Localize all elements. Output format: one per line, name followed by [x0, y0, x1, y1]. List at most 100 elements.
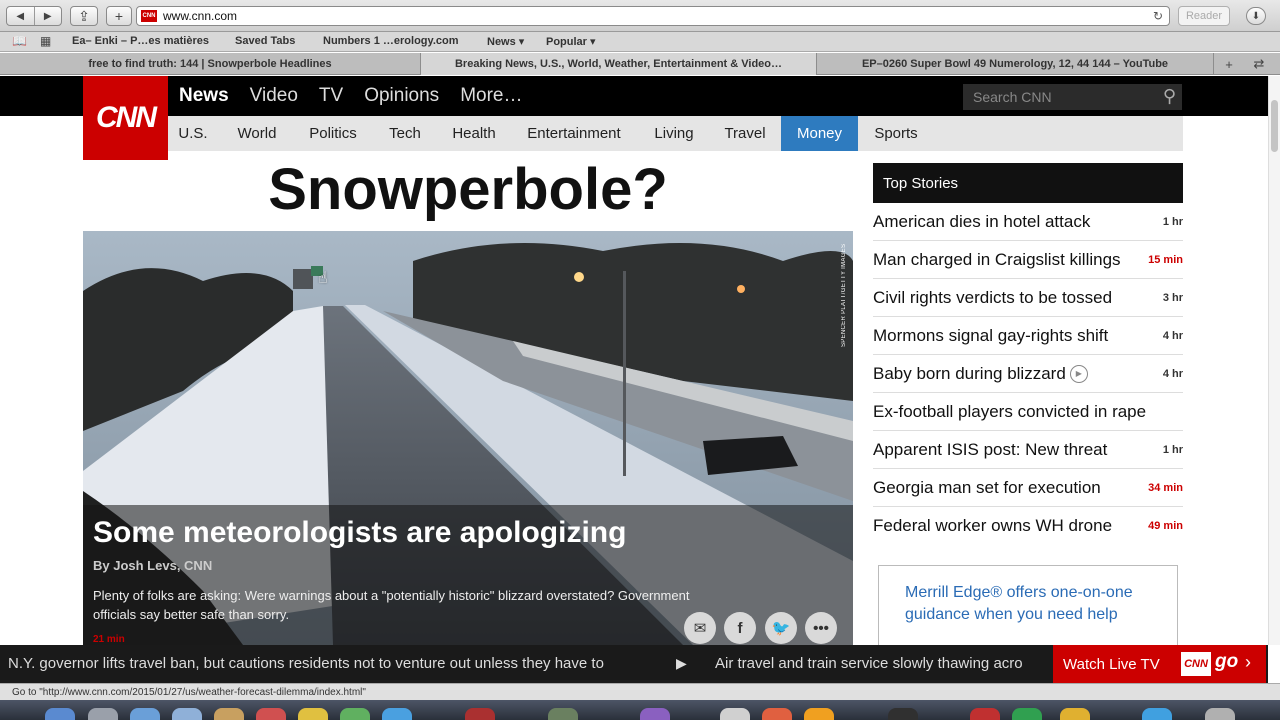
search-icon[interactable]: ⚲	[1163, 86, 1176, 107]
story-title[interactable]: Man charged in Craigslist killings	[873, 250, 1121, 270]
more-share-icon[interactable]: •••	[805, 612, 837, 644]
photo-booth-icon[interactable]	[465, 708, 495, 720]
iphoto-icon[interactable]	[548, 708, 578, 720]
nav-video[interactable]: Video	[250, 85, 298, 107]
hero-story[interactable]: SPENCER PLATT/GETTY IMAGES Some meteorol…	[83, 231, 853, 645]
bookmark-item[interactable]: Ea– Enki – P…es matières	[72, 35, 209, 47]
list-item[interactable]: American dies in hotel attack 1 hr	[873, 203, 1183, 241]
address-bar[interactable]: CNN www.cnn.com ↻	[136, 6, 1170, 26]
story-title[interactable]: Apparent ISIS post: New threat	[873, 440, 1107, 460]
contacts-icon[interactable]	[214, 708, 244, 720]
new-tab-button[interactable]: +	[106, 6, 132, 26]
messages-icon[interactable]	[340, 708, 370, 720]
scroll-thumb[interactable]	[1271, 100, 1278, 152]
tab-overview-icon[interactable]: ⇄	[1244, 53, 1274, 75]
story-title[interactable]: Ex-football players convicted in rape	[873, 402, 1146, 422]
facebook-share-icon[interactable]: f	[724, 612, 756, 644]
list-item[interactable]: Federal worker owns WH drone 49 min	[873, 507, 1183, 545]
safari-icon[interactable]	[130, 708, 160, 720]
watch-live-label: Watch Live TV	[1063, 656, 1160, 673]
hero-title[interactable]: Some meteorologists are apologizing	[93, 516, 626, 550]
email-share-icon[interactable]: ✉	[684, 612, 716, 644]
forward-icon[interactable]: ▶	[35, 7, 62, 25]
list-item[interactable]: Man charged in Craigslist killings 15 mi…	[873, 241, 1183, 279]
list-item[interactable]: Apparent ISIS post: New threat 1 hr	[873, 431, 1183, 469]
tab-snowperbole[interactable]: free to find truth: 144 | Snowperbole He…	[0, 53, 421, 75]
launchpad-icon[interactable]	[88, 708, 118, 720]
reader-button[interactable]: Reader	[1178, 6, 1230, 26]
app-store-icon[interactable]	[382, 708, 412, 720]
page-scrollbar[interactable]	[1268, 76, 1280, 645]
share-icon[interactable]: ⇪	[70, 6, 98, 26]
story-title[interactable]: Mormons signal gay-rights shift	[873, 326, 1108, 346]
list-item[interactable]: Ex-football players convicted in rape	[873, 393, 1183, 431]
chrome-icon[interactable]	[762, 708, 792, 720]
section-living[interactable]: Living	[640, 116, 708, 151]
calendar-icon[interactable]	[256, 708, 286, 720]
story-time: 4 hr	[1162, 330, 1183, 342]
reload-icon[interactable]: ↻	[1153, 9, 1163, 23]
nav-opinions[interactable]: Opinions	[364, 85, 439, 107]
list-item[interactable]: Mormons signal gay-rights shift 4 hr	[873, 317, 1183, 355]
watch-live-button[interactable]: Watch Live TV CNN go ›	[1053, 645, 1266, 683]
section-tech[interactable]: Tech	[376, 116, 434, 151]
section-politics[interactable]: Politics	[296, 116, 370, 151]
list-item[interactable]: Georgia man set for execution 34 min	[873, 469, 1183, 507]
ticker-item[interactable]: N.Y. governor lifts travel ban, but caut…	[8, 655, 604, 672]
bookmark-item[interactable]: Numbers 1 …erology.com	[323, 35, 459, 47]
excel-icon[interactable]	[1012, 708, 1042, 720]
list-item[interactable]: Baby born during blizzard ▶ 4 hr	[873, 355, 1183, 393]
story-title[interactable]: Civil rights verdicts to be tossed	[873, 288, 1112, 308]
story-title[interactable]: American dies in hotel attack	[873, 212, 1090, 232]
tab-youtube[interactable]: EP–0260 Super Bowl 49 Numerology, 12, 44…	[817, 53, 1214, 75]
system-preferences-icon[interactable]	[720, 708, 750, 720]
section-money[interactable]: Money	[781, 116, 858, 151]
section-sports[interactable]: Sports	[862, 116, 930, 151]
new-tab-icon[interactable]: +	[1214, 53, 1244, 75]
terminal-icon[interactable]	[888, 708, 918, 720]
itunes-icon[interactable]	[640, 708, 670, 720]
ad-text[interactable]: Merrill Edge® offers one-on-one guidance…	[905, 582, 1165, 626]
video-play-icon[interactable]: ▶	[1069, 364, 1088, 383]
tab-cnn[interactable]: Breaking News, U.S., World, Weather, Ent…	[421, 53, 817, 75]
mail-icon[interactable]	[172, 708, 202, 720]
stickies-icon[interactable]	[1060, 708, 1090, 720]
top-sites-icon[interactable]: ▦	[40, 34, 51, 48]
nav-tv[interactable]: TV	[319, 85, 343, 107]
list-item[interactable]: Civil rights verdicts to be tossed 3 hr	[873, 279, 1183, 317]
notes-icon[interactable]	[298, 708, 328, 720]
back-icon[interactable]: ◀	[7, 7, 35, 25]
story-title[interactable]: Federal worker owns WH drone	[873, 516, 1112, 536]
advertisement[interactable]: Merrill Edge® offers one-on-one guidance…	[878, 565, 1178, 650]
story-title[interactable]: Georgia man set for execution	[873, 478, 1101, 498]
ticker-play-icon[interactable]: ▶	[676, 655, 687, 672]
cnn-logo[interactable]: CNN	[83, 76, 168, 160]
section-entertainment[interactable]: Entertainment	[516, 116, 632, 151]
twitter-share-icon[interactable]: 🐦	[765, 612, 797, 644]
ticker-item[interactable]: Air travel and train service slowly thaw…	[715, 655, 1023, 672]
section-us[interactable]: U.S.	[168, 116, 218, 151]
nav-news[interactable]: News	[179, 85, 229, 107]
bookmark-item[interactable]: Saved Tabs	[235, 35, 295, 47]
vlc-icon[interactable]	[804, 708, 834, 720]
section-health[interactable]: Health	[440, 116, 508, 151]
acrobat-icon[interactable]	[970, 708, 1000, 720]
reading-list-icon[interactable]: 📖	[12, 34, 27, 48]
dock	[0, 700, 1280, 720]
download-icon[interactable]: ⬇	[1246, 7, 1266, 25]
trash-icon[interactable]	[1205, 708, 1235, 720]
skype-icon[interactable]	[1142, 708, 1172, 720]
section-travel[interactable]: Travel	[714, 116, 776, 151]
nav-more[interactable]: More…	[460, 85, 522, 107]
section-world[interactable]: World	[224, 116, 290, 151]
main-nav: News Video TV Opinions More…	[179, 85, 543, 107]
finder-icon[interactable]	[45, 708, 75, 720]
cnn-go-logo: CNN	[1181, 652, 1211, 676]
bookmark-item[interactable]: Popular ▾	[546, 35, 596, 48]
page-headline[interactable]: Snowperbole?	[83, 156, 853, 223]
top-stories-header: Top Stories	[873, 163, 1183, 203]
hand-cursor-icon: ☝	[318, 270, 328, 287]
story-title[interactable]: Baby born during blizzard	[873, 364, 1066, 384]
bookmark-item[interactable]: News ▾	[487, 35, 524, 48]
search-input[interactable]: Search CNN ⚲	[963, 84, 1182, 110]
